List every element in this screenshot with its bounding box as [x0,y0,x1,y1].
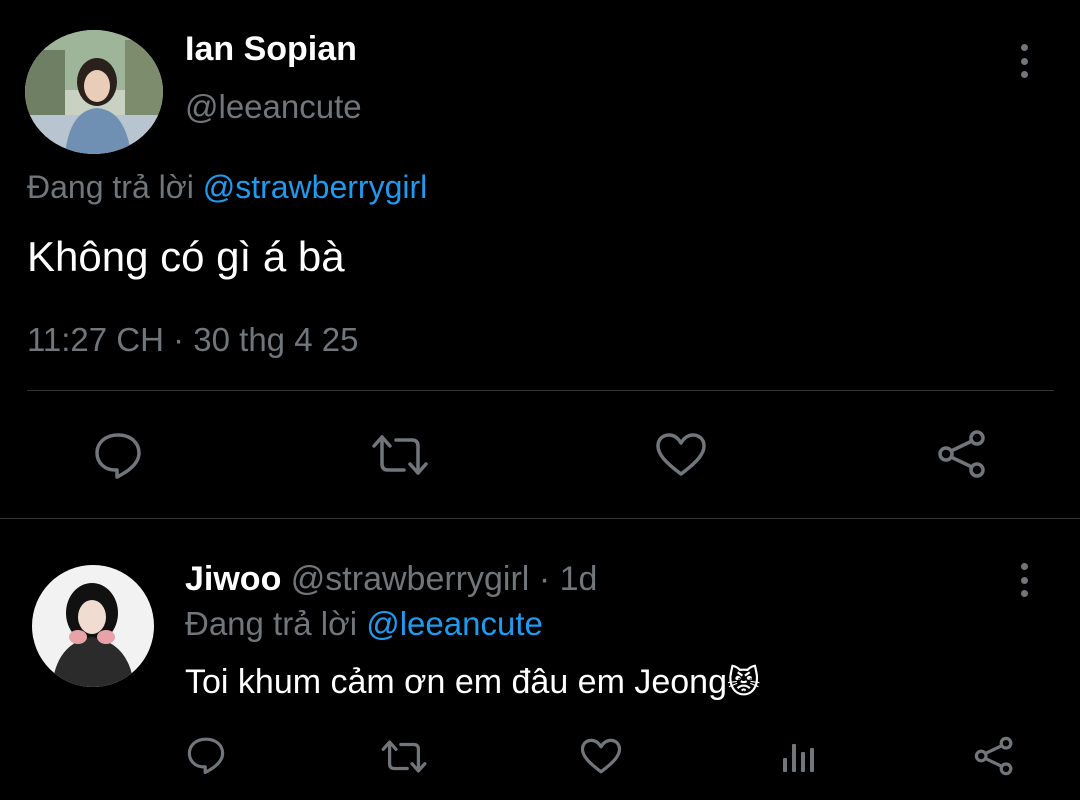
author-handle[interactable]: @leeancute [185,88,362,126]
reply-reply-icon[interactable] [185,735,227,775]
author-name[interactable]: Ian Sopian [185,30,357,69]
reply-header: Jiwoo @strawberrygirl · 1d [185,560,597,599]
share-icon[interactable] [936,428,988,480]
reply-author-name[interactable]: Jiwoo [185,560,281,598]
divider [27,390,1054,391]
replying-to-prefix: Đang trả lời [27,169,194,205]
reply-icon[interactable] [92,430,144,480]
pouting-cat-emoji: 😾 [727,664,761,700]
avatar-jiwoo[interactable] [32,565,154,687]
reply-more-options-icon[interactable] [1020,563,1028,597]
heart-icon[interactable] [655,430,707,480]
reply-replying-to-handle[interactable]: @leeancute [366,605,543,642]
reply-retweet-icon[interactable] [380,736,428,776]
tweet-timestamp[interactable]: 11:27 CH · 30 thg 4 25 [27,321,358,359]
reply-replying-to-prefix: Đang trả lời [185,605,358,642]
reply-replying-to-line: Đang trả lời @leeancute [185,605,543,643]
reply-author-handle[interactable]: @strawberrygirl [291,560,530,598]
reply-heart-icon[interactable] [580,736,622,776]
section-divider [0,518,1080,519]
reply-time-ago[interactable]: · 1d [539,560,598,598]
views-icon[interactable] [778,736,818,776]
avatar-ian-sopian[interactable] [25,30,163,154]
replying-to-handle[interactable]: @strawberrygirl [203,169,428,205]
tweet-text: Không có gì á bà [27,233,345,280]
replying-to-line: Đang trả lời @strawberrygirl [27,169,427,206]
more-options-icon[interactable] [1020,44,1028,78]
reply-text: Toi khum cảm ơn em đâu em Jeong [185,663,727,701]
reply-text-line: Toi khum cảm ơn em đâu em Jeong😾 [185,663,760,702]
reply-share-icon[interactable] [972,735,1016,777]
retweet-icon[interactable] [370,430,430,480]
